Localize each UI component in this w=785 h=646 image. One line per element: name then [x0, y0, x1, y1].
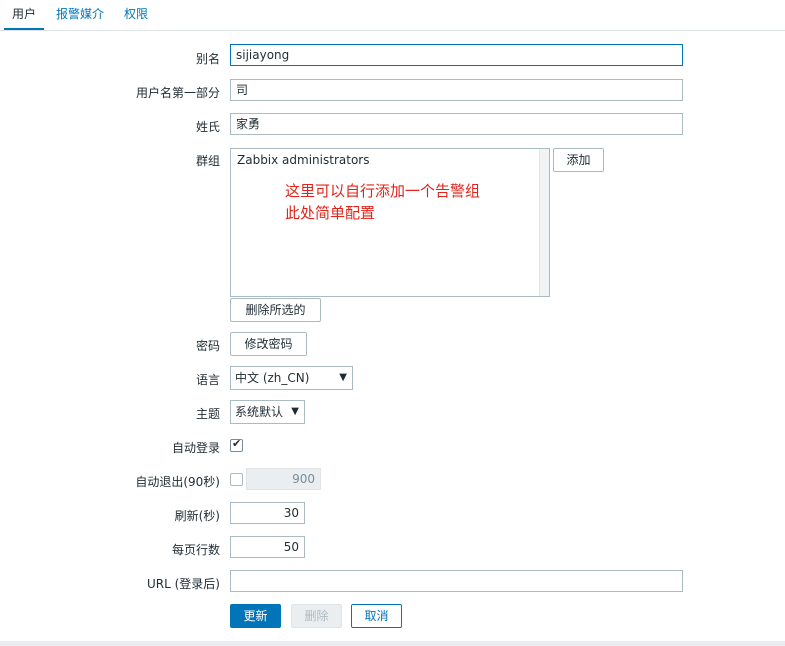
listbox-scrollbar[interactable]	[539, 149, 549, 296]
remove-selected-button[interactable]: 删除所选的	[230, 298, 321, 322]
autologout-checkbox[interactable]	[230, 473, 243, 486]
autologin-checkbox[interactable]: ✔	[230, 437, 243, 452]
name-label: 用户名第一部分	[135, 86, 220, 100]
url-label: URL (登录后)	[147, 577, 220, 591]
page-bottom-divider	[0, 641, 785, 646]
surname-label: 姓氏	[195, 120, 220, 134]
tab-bar: 用户 报警媒介 权限	[0, 0, 785, 31]
delete-button[interactable]: 删除	[291, 604, 342, 628]
language-selected: 中文 (zh_CN)	[235, 371, 310, 385]
name-input[interactable]: 司	[230, 79, 683, 101]
add-group-button[interactable]: 添加	[553, 148, 604, 172]
chevron-down-icon: ▼	[339, 372, 347, 383]
rows-per-page-label: 每页行数	[171, 543, 220, 557]
annotation-line-1: 这里可以自行添加一个告警组	[285, 182, 481, 200]
url-input[interactable]	[230, 570, 683, 592]
checkmark-icon: ✔	[232, 437, 242, 450]
rows-per-page-input[interactable]: 50	[230, 536, 305, 558]
alias-label: 别名	[195, 52, 220, 66]
refresh-input[interactable]: 30	[230, 502, 305, 524]
surname-input[interactable]: 家勇	[230, 113, 683, 135]
group-item[interactable]: Zabbix administrators	[237, 153, 369, 167]
theme-select[interactable]: 系统默认 ▼	[230, 400, 305, 424]
cancel-button[interactable]: 取消	[351, 604, 402, 628]
theme-label: 主题	[195, 407, 220, 421]
language-select[interactable]: 中文 (zh_CN) ▼	[230, 366, 353, 390]
user-form: 别名 sijiayong 用户名第一部分 司 姓氏 家勇 群组 Zabbix a…	[0, 31, 785, 641]
groups-label: 群组	[195, 154, 220, 168]
groups-listbox[interactable]: Zabbix administrators	[230, 148, 550, 297]
tab-permissions[interactable]: 权限	[124, 0, 148, 28]
change-password-button[interactable]: 修改密码	[230, 332, 307, 356]
update-button[interactable]: 更新	[230, 604, 281, 628]
chevron-down-icon: ▼	[291, 406, 299, 417]
autologout-input[interactable]: 900	[246, 468, 321, 490]
password-label: 密码	[195, 339, 220, 353]
theme-selected: 系统默认	[235, 405, 284, 419]
autologin-label: 自动登录	[171, 441, 220, 455]
autologout-label: 自动退出(90秒)	[135, 475, 220, 489]
tab-media[interactable]: 报警媒介	[56, 0, 104, 28]
refresh-label: 刷新(秒)	[174, 509, 220, 523]
language-label: 语言	[195, 373, 220, 387]
annotation-line-2: 此处简单配置	[285, 204, 376, 222]
tab-user[interactable]: 用户	[4, 0, 44, 30]
alias-input[interactable]: sijiayong	[230, 44, 683, 66]
